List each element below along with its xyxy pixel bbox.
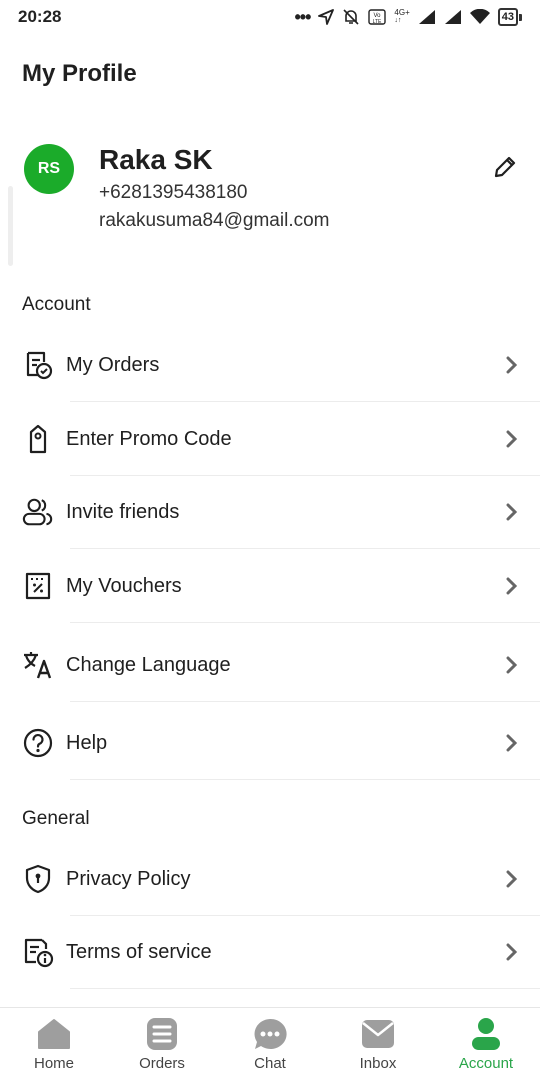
- menu-item-invite-friends[interactable]: Invite friends: [0, 475, 540, 549]
- nav-label: Inbox: [359, 1055, 397, 1072]
- help-icon: [22, 727, 54, 759]
- voucher-icon: [22, 570, 54, 602]
- volte-icon: VoLTE: [368, 9, 387, 25]
- battery-level: 43: [501, 11, 514, 23]
- section-general-label: General: [22, 808, 90, 829]
- pencil-icon: [494, 156, 516, 178]
- document-info-icon: [22, 936, 54, 968]
- chevron-right-icon: [504, 429, 520, 449]
- promo-tag-icon: [22, 423, 54, 455]
- menu-item-label: Invite friends: [66, 500, 180, 523]
- menu-item-label: Terms of service: [66, 940, 212, 963]
- more-dots-icon: •••: [294, 6, 312, 27]
- nav-orders[interactable]: Orders: [108, 1008, 216, 1081]
- chevron-right-icon: [504, 733, 520, 753]
- divider: [70, 988, 540, 989]
- nav-inbox[interactable]: Inbox: [324, 1008, 432, 1081]
- menu-item-my-vouchers[interactable]: My Vouchers: [0, 549, 540, 623]
- home-icon: [36, 1017, 72, 1051]
- status-icons: ••• Vo LTE 4G+ ↓↑ 43: [294, 6, 522, 28]
- shield-icon: [22, 863, 54, 895]
- wifi-icon: [469, 9, 490, 24]
- battery-icon: 43: [497, 8, 518, 26]
- menu-item-terms-of-service[interactable]: Terms of service: [0, 915, 540, 989]
- chevron-right-icon: [504, 576, 520, 596]
- nav-chat[interactable]: Chat: [216, 1008, 324, 1081]
- menu-item-privacy-policy[interactable]: Privacy Policy: [0, 842, 540, 916]
- nav-account[interactable]: Account: [432, 1008, 540, 1081]
- section-account-label: Account: [22, 294, 91, 315]
- menu-item-label: Privacy Policy: [66, 867, 191, 890]
- orders-icon: [144, 1017, 180, 1051]
- status-time: 20:28: [18, 7, 62, 26]
- avatar: RS: [24, 144, 74, 194]
- orders-check-icon: [22, 349, 54, 381]
- divider: [70, 622, 540, 623]
- edit-profile-button[interactable]: [490, 152, 520, 182]
- chat-icon: [252, 1017, 288, 1051]
- menu-item-enter-promo-code[interactable]: Enter Promo Code: [0, 402, 540, 476]
- nav-home[interactable]: Home: [0, 1008, 108, 1081]
- profile-name: Raka SK: [99, 144, 213, 175]
- chevron-right-icon: [504, 942, 520, 962]
- chevron-right-icon: [504, 869, 520, 889]
- nav-label: Account: [458, 1055, 514, 1072]
- nav-label: Orders: [139, 1055, 185, 1072]
- menu-item-label: My Orders: [66, 353, 160, 376]
- users-icon: [22, 496, 54, 528]
- menu-item-my-orders[interactable]: My Orders: [0, 328, 540, 402]
- menu-item-label: Change Language: [66, 653, 231, 676]
- page-title: My Profile: [22, 60, 137, 87]
- menu-item-label: My Vouchers: [66, 574, 182, 597]
- divider: [70, 779, 540, 780]
- avatar-initials: RS: [37, 160, 61, 177]
- bottom-navigation: Home Orders Chat Inbox Account: [0, 1007, 540, 1081]
- menu-item-change-language[interactable]: Change Language: [0, 628, 540, 702]
- chevron-right-icon: [504, 655, 520, 675]
- chevron-right-icon: [504, 502, 520, 522]
- profile-phone: +6281395438180: [99, 182, 248, 203]
- menu-item-label: Enter Promo Code: [66, 427, 232, 450]
- location-arrow-icon: [318, 9, 335, 25]
- status-bar: 20:28 ••• Vo LTE 4G+ ↓↑ 43: [0, 0, 540, 34]
- inbox-icon: [360, 1017, 396, 1051]
- divider: [70, 701, 540, 702]
- signal-icon-2: [444, 10, 461, 24]
- profile-email: rakakusuma84@gmail.com: [99, 210, 330, 231]
- signal-icon: [418, 10, 435, 24]
- nav-label: Chat: [254, 1055, 286, 1072]
- profile-card: RS Raka SK +6281395438180 rakakusuma84@g…: [0, 140, 540, 250]
- nav-label: Home: [33, 1055, 74, 1072]
- bell-off-icon: [343, 9, 359, 25]
- account-icon: [468, 1017, 504, 1051]
- menu-item-label: Help: [66, 731, 108, 754]
- translate-icon: [22, 649, 54, 681]
- chevron-right-icon: [504, 355, 520, 375]
- svg-text:LTE: LTE: [373, 19, 382, 25]
- network-type-label: 4G+: [394, 8, 410, 17]
- menu-item-help[interactable]: Help: [0, 706, 540, 780]
